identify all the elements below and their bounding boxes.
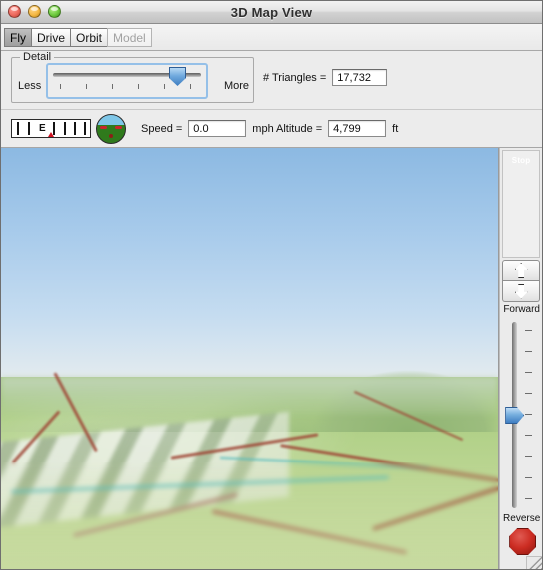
speed-label: Speed =: [141, 122, 183, 135]
detail-slider-tick: [138, 84, 139, 89]
throttle-slider[interactable]: [502, 318, 540, 512]
triangles-value-field[interactable]: 17,732: [332, 69, 388, 86]
tab-orbit[interactable]: Orbit: [70, 27, 108, 47]
horizon-center-dot: [109, 134, 113, 138]
throttle-slider-tick: [525, 351, 533, 352]
window-title: 3D Map View: [230, 4, 313, 20]
detail-group-label: Detail: [20, 51, 55, 63]
detail-group-box: Detail Less More: [11, 51, 254, 103]
close-button[interactable]: [8, 5, 21, 18]
window-controls: [8, 5, 61, 18]
throttle-slider-tick: [525, 330, 533, 331]
navigation-control-strip: Forward Reverse Stop: [499, 148, 542, 569]
instrument-toolbar: E Speed = 0.0 mph Altitude = 4,799 ft: [1, 110, 542, 148]
speed-readout: Speed = 0.0 mph: [141, 120, 274, 137]
tab-model: Model: [107, 27, 152, 47]
detail-slider-thumb[interactable]: [169, 67, 186, 86]
detail-slider-tick: [112, 84, 113, 89]
throttle-slider-tick: [525, 414, 533, 415]
attitude-indicator-icon: [96, 114, 126, 144]
stop-button-label: Stop: [511, 156, 531, 165]
throttle-slider-tick: [525, 393, 533, 394]
title-bar: 3D Map View: [1, 1, 542, 24]
altitude-label: Altitude =: [276, 122, 323, 135]
speed-units-label: mph: [252, 122, 274, 135]
compass-heading-label: E: [39, 123, 46, 134]
detail-slider-tick: [190, 84, 191, 89]
altitude-readout: Altitude = 4,799 ft: [276, 120, 398, 137]
compass-strip: E: [11, 119, 91, 138]
pitch-down-button[interactable]: [502, 281, 541, 302]
detail-slider[interactable]: [46, 63, 208, 99]
reverse-label: Reverse: [503, 513, 541, 524]
arrow-down-icon: [514, 283, 528, 299]
triangles-label: # Triangles =: [263, 71, 327, 84]
mode-tab-bar: Fly Drive Orbit Model: [1, 24, 542, 51]
stop-button[interactable]: [509, 528, 537, 555]
detail-less-label: Less: [18, 80, 42, 92]
throttle-slider-thumb[interactable]: [505, 407, 525, 424]
forward-label: Forward: [503, 304, 540, 315]
altitude-value-field[interactable]: 4,799: [328, 120, 387, 137]
detail-more-label: More: [223, 80, 249, 92]
altitude-units-label: ft: [392, 122, 399, 135]
arrow-up-icon: [514, 263, 528, 278]
3d-terrain-view[interactable]: [1, 148, 500, 569]
main-area: Forward Reverse Stop: [1, 148, 542, 569]
throttle-slider-tick: [525, 456, 533, 457]
compass-needle-icon: [48, 132, 54, 137]
throttle-slider-tick: [525, 477, 533, 478]
app-window: 3D Map View Fly Drive Orbit Model Detail…: [0, 0, 543, 570]
tab-fly[interactable]: Fly: [4, 27, 31, 47]
detail-slider-tick: [86, 84, 87, 89]
zoom-button[interactable]: [48, 5, 61, 18]
horizon-right-mark: [115, 126, 122, 129]
detail-slider-tick: [60, 84, 61, 89]
throttle-slider-tick: [525, 435, 533, 436]
control-strip-blank-panel: [502, 150, 541, 258]
detail-slider-tick: [164, 84, 165, 89]
triangle-count-readout: # Triangles = 17,732: [263, 69, 388, 86]
throttle-slider-tick: [525, 498, 533, 499]
speed-value-field[interactable]: 0.0: [188, 120, 247, 137]
minimize-button[interactable]: [28, 5, 41, 18]
throttle-slider-tick: [525, 372, 533, 373]
resize-grip[interactable]: [526, 556, 542, 569]
sky-layer: [1, 148, 499, 394]
pitch-up-button[interactable]: [502, 260, 541, 281]
depth-of-field-overlay: [1, 461, 499, 569]
horizon-left-mark: [100, 126, 107, 129]
tab-drive[interactable]: Drive: [31, 27, 71, 47]
detail-toolbar: Detail Less More # Triangles = 17,732: [1, 51, 542, 110]
